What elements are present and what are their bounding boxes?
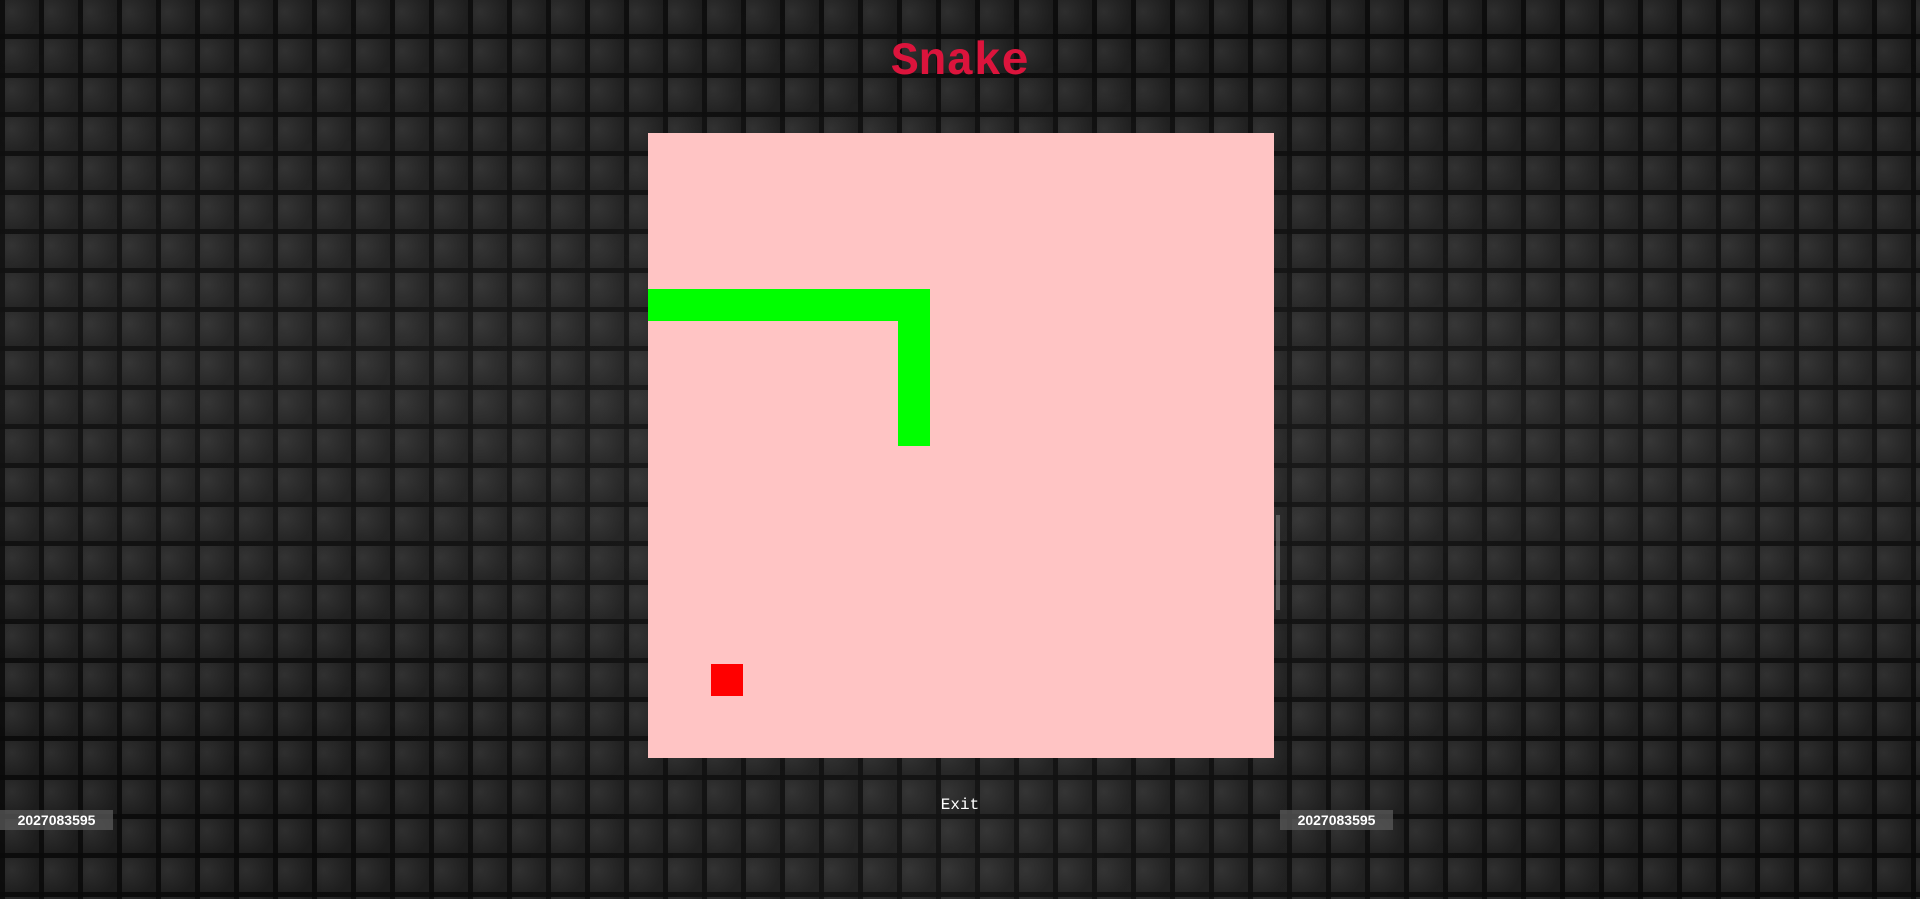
snake-segment [648, 289, 680, 322]
snake-segment [741, 289, 774, 322]
exit-link[interactable]: Exit [0, 796, 1920, 814]
snake-segment [804, 289, 837, 322]
snake-segment [898, 320, 931, 353]
food-pellet [710, 664, 743, 697]
snake-segment [898, 351, 931, 384]
visit-counter-right: 2027083595 [1280, 810, 1393, 830]
game-title: Snake [890, 36, 1030, 88]
snake-head [898, 414, 931, 447]
game-board[interactable] [648, 133, 1274, 758]
snake-segment [679, 289, 712, 322]
snake-segment [835, 289, 868, 322]
snake-segment [867, 289, 900, 322]
visit-counter-left: 2027083595 [0, 810, 113, 830]
snake-segment [898, 383, 931, 415]
edge-scroll-handle [1276, 515, 1280, 610]
snake-segment [773, 289, 806, 322]
snake-segment [898, 289, 931, 322]
snake-segment [710, 289, 743, 322]
